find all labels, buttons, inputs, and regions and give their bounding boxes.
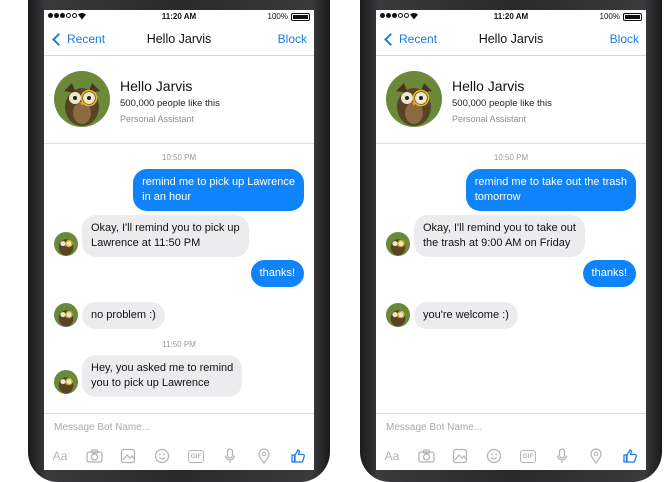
message-timestamp: 10:50 PM	[493, 153, 529, 162]
navigation-bar: Recent Hello Jarvis Block	[376, 24, 646, 56]
message-timestamp: 10:50 PM	[161, 153, 197, 162]
message-line: Okay, I'll remind you to take out	[423, 222, 576, 234]
incoming-message-bubble[interactable]: Hey, you asked me to remind you to pick …	[82, 355, 243, 397]
outgoing-message-bubble[interactable]: thanks!	[582, 260, 636, 287]
outgoing-message-bubble[interactable]: thanks!	[250, 260, 304, 287]
incoming-message-bubble[interactable]: you're welcome :)	[414, 302, 518, 329]
phone-frame-left: 11:20 AM 100% Recent Hello Jarvis Block …	[28, 0, 330, 482]
text-format-button[interactable]: Aa	[50, 447, 70, 465]
message-line: Okay, I'll remind you to pick up	[91, 222, 240, 234]
bot-name: Hello Jarvis	[452, 78, 525, 94]
message-input[interactable]: Message Bot Name...	[54, 422, 150, 433]
bot-name: Hello Jarvis	[120, 78, 193, 94]
bot-likes: 500,000 people like this	[120, 98, 220, 109]
messenger-screen: 11:20 AM 100% Recent Hello Jarvis Block …	[44, 10, 314, 470]
message-timestamp: 11:50 PM	[162, 340, 196, 349]
incoming-message-bubble[interactable]: no problem :)	[82, 302, 165, 329]
message-composer: Message Bot Name... Aa GIF	[44, 413, 314, 470]
owl-avatar-small	[386, 303, 410, 327]
owl-avatar[interactable]	[386, 71, 442, 127]
incoming-message-bubble[interactable]: Okay, I'll remind you to pick up Lawrenc…	[82, 215, 249, 257]
message-line: thanks!	[259, 267, 295, 279]
status-bar: 11:20 AM 100%	[44, 10, 314, 24]
outgoing-message-bubble[interactable]: remind me to take out the trash tomorrow	[465, 169, 636, 211]
thumbs-up-icon[interactable]	[620, 447, 640, 465]
conversation-title: Hello Jarvis	[478, 32, 544, 46]
gif-label: GIF	[519, 449, 537, 463]
phone-frame-right: 11:20 AM 100% Recent Hello Jarvis Block …	[360, 0, 662, 482]
bot-category: Personal Assistant	[452, 114, 527, 124]
incoming-message-bubble[interactable]: Okay, I'll remind you to take out the tr…	[414, 215, 585, 257]
owl-avatar-small	[54, 232, 78, 256]
message-line: remind me to take out the trash	[474, 176, 627, 188]
text-format-button[interactable]: Aa	[382, 447, 402, 465]
gallery-icon[interactable]	[118, 447, 138, 465]
composer-toolbar: Aa GIF	[50, 446, 308, 466]
message-line: Hey, you asked me to remind	[91, 362, 234, 374]
emoji-icon[interactable]	[152, 447, 172, 465]
message-line: remind me to pick up Lawrence	[142, 176, 295, 188]
message-line: you're welcome :)	[423, 309, 509, 321]
message-line: Lawrence at 11:50 PM	[91, 237, 201, 249]
gallery-icon[interactable]	[450, 447, 470, 465]
battery-icon	[291, 13, 310, 21]
owl-avatar-small	[386, 232, 410, 256]
owl-avatar-small	[54, 303, 78, 327]
message-line: the trash at 9:00 AM on Friday	[423, 237, 571, 249]
bot-likes: 500,000 people like this	[452, 98, 552, 109]
message-line: thanks!	[591, 267, 627, 279]
gif-label: GIF	[187, 449, 205, 463]
composer-toolbar: Aa GIF	[382, 446, 640, 466]
conversation-title: Hello Jarvis	[146, 32, 212, 46]
owl-avatar-small	[54, 370, 78, 394]
microphone-icon[interactable]	[220, 447, 240, 465]
bot-profile-header: Hello Jarvis 500,000 people like this Pe…	[44, 56, 314, 144]
message-composer: Message Bot Name... Aa GIF	[376, 413, 646, 470]
emoji-icon[interactable]	[484, 447, 504, 465]
thumbs-up-icon[interactable]	[288, 447, 308, 465]
camera-icon[interactable]	[416, 447, 436, 465]
microphone-icon[interactable]	[552, 447, 572, 465]
message-line: you to pick up Lawrence	[91, 377, 210, 389]
location-pin-icon[interactable]	[254, 447, 274, 465]
outgoing-message-bubble[interactable]: remind me to pick up Lawrence in an hour	[133, 169, 304, 211]
navigation-bar: Recent Hello Jarvis Block	[44, 24, 314, 56]
battery-percent: 100%	[599, 12, 620, 21]
battery-percent: 100%	[267, 12, 288, 21]
messenger-screen: 11:20 AM 100% Recent Hello Jarvis Block …	[376, 10, 646, 470]
camera-icon[interactable]	[84, 447, 104, 465]
location-pin-icon[interactable]	[586, 447, 606, 465]
block-button[interactable]: Block	[610, 32, 639, 46]
message-line: in an hour	[142, 191, 192, 203]
gif-icon[interactable]: GIF	[518, 447, 538, 465]
owl-avatar[interactable]	[54, 71, 110, 127]
battery-icon	[623, 13, 642, 21]
block-button[interactable]: Block	[278, 32, 307, 46]
bot-category: Personal Assistant	[120, 114, 195, 124]
status-bar: 11:20 AM 100%	[376, 10, 646, 24]
bot-profile-header: Hello Jarvis 500,000 people like this Pe…	[376, 56, 646, 144]
message-line: tomorrow	[474, 191, 521, 203]
gif-icon[interactable]: GIF	[186, 447, 206, 465]
message-input[interactable]: Message Bot Name...	[386, 422, 482, 433]
message-line: no problem :)	[91, 309, 156, 321]
